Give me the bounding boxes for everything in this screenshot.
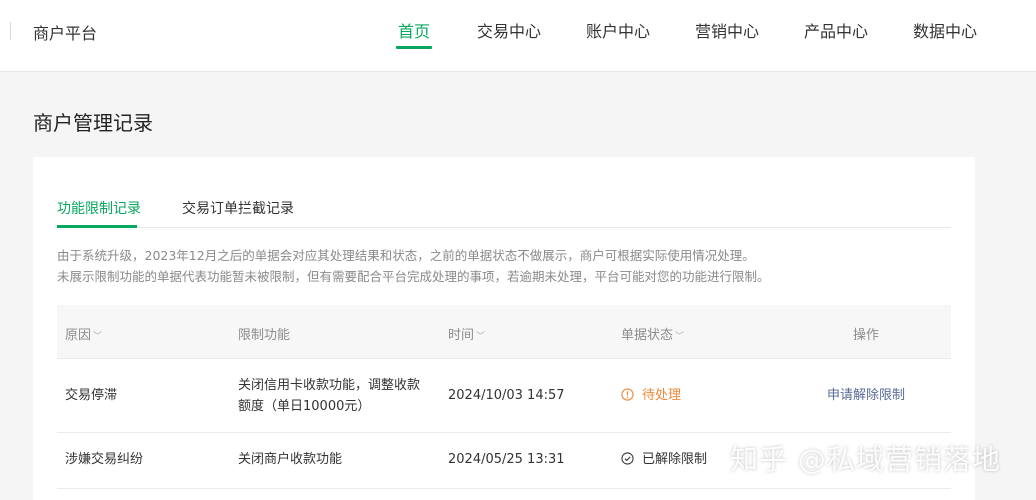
cell-time: 2024/05/25 13:31 (448, 452, 565, 467)
nav-item-trade-center[interactable]: 交易中心 (477, 18, 541, 42)
apply-lift-restriction-link[interactable]: 申请解除限制 (827, 385, 905, 406)
tab-order-interception-records[interactable]: 交易订单拦截记录 (182, 198, 294, 218)
watermark: 知乎 @私域营销落地 (730, 443, 1001, 476)
column-header-function: 限制功能 (238, 328, 291, 343)
notice-line-1: 由于系统升级，2023年12月之后的单据会对应其处理结果和状态，之前的单据状态不… (57, 248, 755, 263)
table-row: 交易停滞 关闭信用卡收款功能，调整收款 额度（单日10000元） 2024/10… (57, 359, 951, 433)
cell-reason: 涉嫌交易纠纷 (65, 452, 144, 467)
table-header: 原因 ﹀ 限制功能 时间 ﹀ 单据状态 ﹀ 操作 (57, 305, 951, 359)
cell-time: 2024/10/03 14:57 (448, 388, 565, 403)
cell-function: 关闭信用卡收款功能，调整收款 额度（单日10000元） (238, 378, 421, 414)
cell-function: 关闭商户收款功能 (238, 452, 343, 467)
nav-item-marketing-center[interactable]: 营销中心 (695, 18, 759, 42)
column-header-reason[interactable]: 原因 ﹀ (65, 324, 102, 343)
nav-active-indicator (396, 46, 432, 49)
main-nav: 首页 交易中心 账户中心 营销中心 产品中心 数据中心 (0, 0, 1036, 72)
column-header-status[interactable]: 单据状态 ﹀ (621, 324, 684, 343)
records-tabs: 功能限制记录 交易订单拦截记录 (33, 157, 975, 229)
top-bar: 商户平台 首页 交易中心 账户中心 营销中心 产品中心 数据中心 (0, 0, 1036, 72)
column-header-time[interactable]: 时间 ﹀ (448, 324, 485, 343)
cell-status: 已解除限制 (621, 449, 707, 470)
nav-item-home[interactable]: 首页 (398, 18, 430, 42)
alert-circle-icon (621, 388, 634, 401)
page-title: 商户管理记录 (33, 111, 153, 135)
chevron-down-icon: ﹀ (675, 332, 685, 342)
tab-divider (57, 227, 951, 228)
chevron-down-icon: ﹀ (476, 332, 486, 342)
cell-status: 待处理 (621, 385, 681, 406)
nav-item-account-center[interactable]: 账户中心 (586, 18, 650, 42)
cell-reason: 交易停滞 (65, 388, 118, 403)
notice-line-2: 未展示限制功能的单据代表功能暂未被限制，但有需要配合平台完成处理的事项，若逾期未… (57, 269, 770, 284)
notice-text: 由于系统升级，2023年12月之后的单据会对应其处理结果和状态，之前的单据状态不… (57, 245, 957, 287)
tab-active-indicator (57, 225, 137, 228)
column-header-action: 操作 (853, 328, 880, 343)
tab-function-restriction-records[interactable]: 功能限制记录 (57, 198, 141, 218)
chevron-down-icon: ﹀ (93, 332, 103, 342)
nav-item-product-center[interactable]: 产品中心 (804, 18, 868, 42)
nav-item-data-center[interactable]: 数据中心 (913, 18, 977, 42)
check-circle-icon (621, 452, 634, 465)
